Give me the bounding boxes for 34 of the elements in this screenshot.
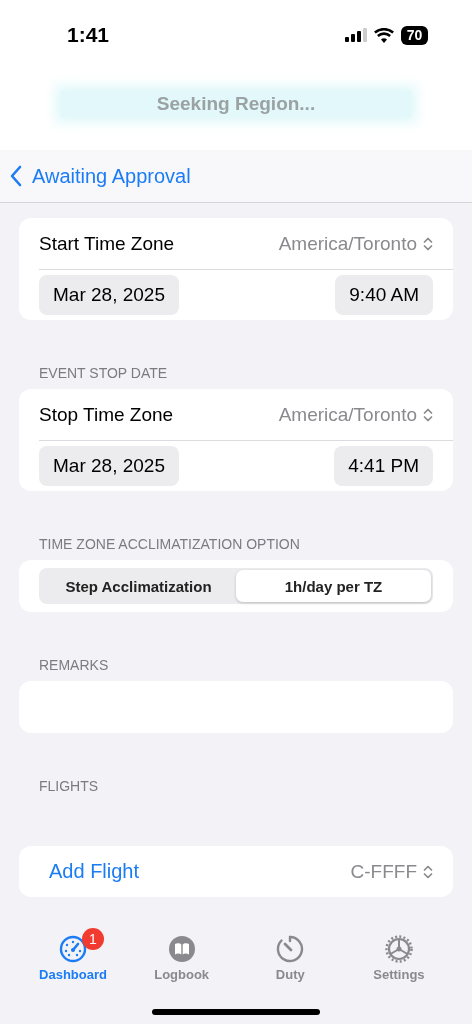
status-time: 1:41 [67,23,110,47]
up-down-chevron-icon [423,863,433,880]
battery-level: 70 [401,25,428,45]
date-picker[interactable]: Mar 28, 2025 [39,275,179,315]
time-zone-picker[interactable]: America/Toronto [278,232,433,255]
signal-icon [345,28,367,42]
segment-option[interactable]: Step Acclimatization [41,570,236,602]
notification-badge: 1 [82,928,104,950]
date-picker[interactable]: Mar 28, 2025 [39,446,179,486]
add-flight-link[interactable]: Add Flight [39,860,140,883]
tab-bar-item[interactable]: Duty [245,934,336,983]
up-down-chevron-icon [423,235,433,252]
section-header: TIME ZONE ACCLIMATIZATION OPTION [38,535,301,554]
gauge-icon [59,935,87,963]
section-header: REMARKS [38,656,110,675]
book-icon [167,935,196,963]
back-button[interactable]: Awaiting Approval [10,164,191,188]
time-zone-picker[interactable]: America/Toronto [278,403,433,426]
timer-icon [276,935,305,963]
up-down-chevron-icon [423,406,433,423]
time-picker[interactable]: 9:40 AM [335,275,433,315]
wifi-icon [374,27,394,43]
field-label: Start Time Zone [39,232,175,255]
tab-bar-item[interactable]: Logbook [136,934,227,983]
banner-text: Seeking Region... [156,93,316,115]
tab-bar-item[interactable]: Settings [353,934,444,983]
section-header: FLIGHTS [38,777,100,796]
settings-icon [384,935,413,963]
field-label: Stop Time Zone [39,403,174,426]
section-header: EVENT STOP DATE [38,364,169,383]
chevron-left-icon [10,165,22,187]
aircraft-picker[interactable]: C-FFFF [350,860,433,883]
time-picker[interactable]: 4:41 PM [334,446,433,486]
segment-option[interactable]: 1h/day per TZ [236,570,431,602]
